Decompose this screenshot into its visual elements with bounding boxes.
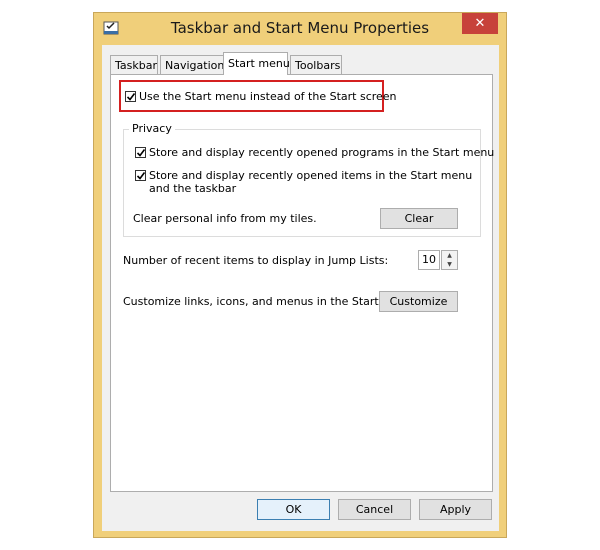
checkmark-icon (136, 172, 146, 180)
recent-programs-label[interactable]: Store and display recently opened progra… (149, 146, 494, 159)
tab-navigation[interactable]: Navigation (160, 55, 225, 74)
chevron-down-icon[interactable]: ▼ (442, 260, 457, 269)
tab-toolbars[interactable]: Toolbars (290, 55, 342, 74)
close-icon: ✕ (474, 16, 486, 31)
recent-programs-checkbox[interactable] (135, 147, 146, 158)
jump-lists-spinner[interactable]: ▲ ▼ (441, 250, 458, 270)
window-title: Taskbar and Start Menu Properties (170, 19, 430, 37)
tab-start-menu[interactable]: Start menu (223, 52, 290, 75)
dialog-client: Taskbar Navigation Start menu Toolbars U… (102, 45, 499, 531)
start-menu-panel: Use the Start menu instead of the Start … (110, 74, 494, 492)
tab-label: Start menu (228, 57, 290, 70)
jump-lists-label: Number of recent items to display in Jum… (123, 254, 389, 267)
ok-button[interactable]: OK (257, 499, 330, 520)
recent-items-checkbox[interactable] (135, 170, 146, 181)
chevron-up-icon[interactable]: ▲ (442, 251, 457, 260)
properties-dialog: Taskbar and Start Menu Properties ✕ Task… (93, 12, 507, 538)
clear-info-label: Clear personal info from my tiles. (133, 212, 317, 225)
jump-lists-count-input[interactable]: 10 (418, 250, 440, 270)
tab-label: Navigation (165, 59, 225, 72)
checkmark-icon (126, 93, 136, 101)
cancel-button[interactable]: Cancel (338, 499, 411, 520)
title-bar[interactable]: Taskbar and Start Menu Properties ✕ (94, 13, 506, 45)
tab-label: Toolbars (295, 59, 341, 72)
customize-button[interactable]: Customize (379, 291, 458, 312)
checkmark-icon (136, 149, 146, 157)
use-start-menu-label[interactable]: Use the Start menu instead of the Start … (139, 90, 397, 103)
close-button[interactable]: ✕ (462, 13, 498, 34)
apply-button[interactable]: Apply (419, 499, 492, 520)
recent-items-label[interactable]: Store and display recently opened items … (149, 169, 474, 195)
customize-label: Customize links, icons, and menus in the… (123, 295, 418, 308)
tab-label: Taskbar (115, 59, 157, 72)
use-start-menu-checkbox[interactable] (125, 91, 136, 102)
tab-taskbar[interactable]: Taskbar (110, 55, 158, 74)
privacy-group-title: Privacy (129, 122, 175, 135)
clear-button[interactable]: Clear (380, 208, 458, 229)
